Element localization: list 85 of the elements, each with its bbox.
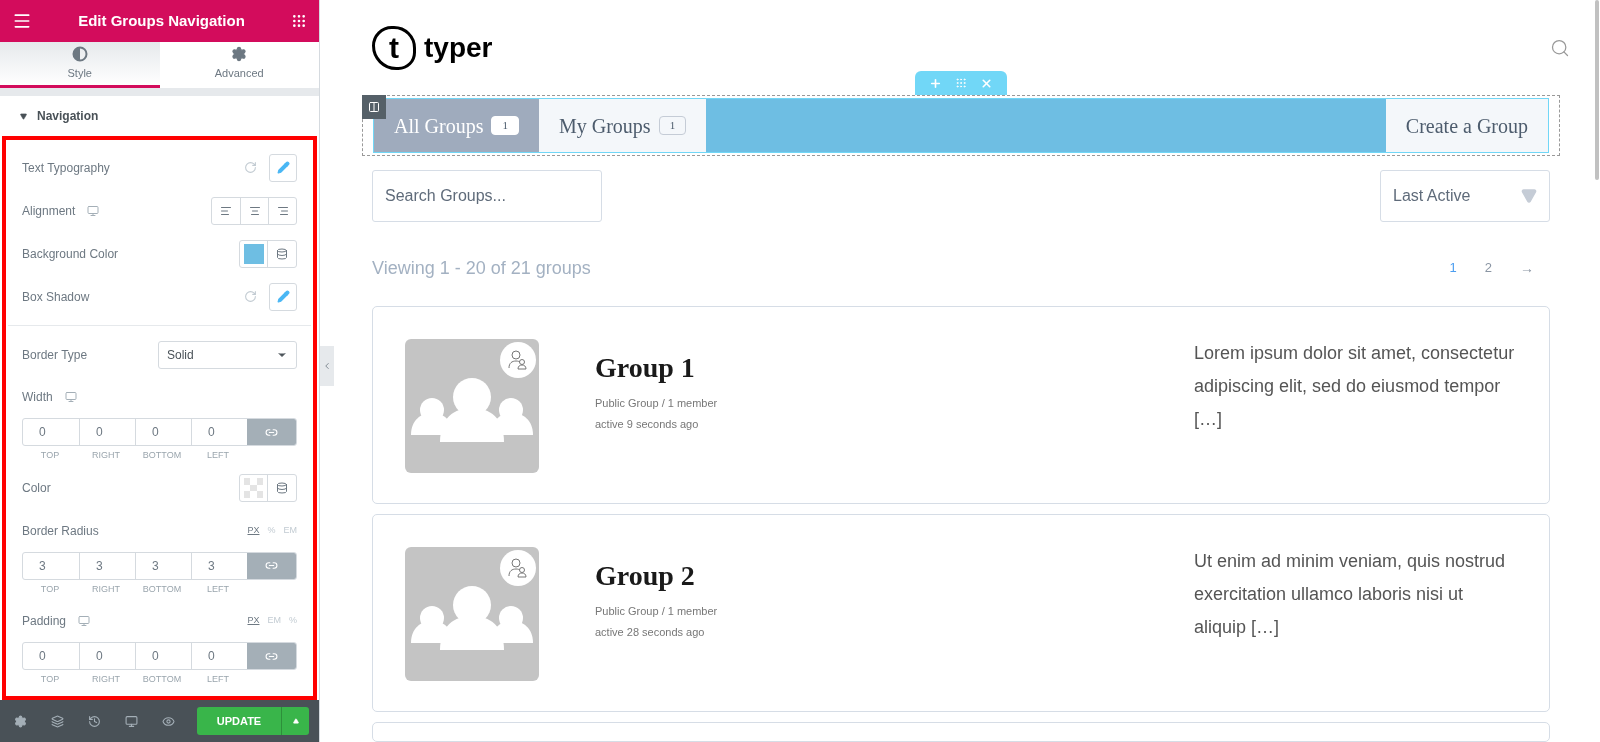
empty-color-swatch[interactable] — [243, 478, 264, 498]
page-link[interactable]: 2 — [1484, 258, 1492, 278]
group-activity: active 9 seconds ago — [595, 416, 700, 432]
align-icon — [220, 204, 232, 217]
group-description: Ut enim ad minim veniam, quis nostrud exercitation ullamco laboris nisi ut aliquip […] — [1194, 550, 1507, 639]
unit-toggle[interactable]: PX — [247, 614, 260, 628]
widgets-grid-icon[interactable] — [291, 13, 307, 29]
caret-icon — [292, 718, 299, 724]
edit-button[interactable] — [269, 282, 297, 311]
group-meta: Public Group / 1 member — [595, 604, 719, 619]
unit-toggle[interactable]: PX — [247, 523, 260, 538]
database-icon — [276, 247, 288, 260]
group-title[interactable]: Group 1 — [595, 347, 995, 389]
select-field[interactable]: Solid — [158, 340, 297, 369]
search-field[interactable]: Search Groups... — [372, 170, 602, 222]
create-group-link[interactable]: Create a Group — [1385, 99, 1548, 152]
column-handle[interactable] — [362, 95, 386, 119]
close-icon[interactable] — [979, 76, 993, 90]
side-label: RIGHT — [91, 582, 121, 596]
alignment-control[interactable] — [211, 196, 297, 225]
group-description: Lorem ipsum dolor sit amet, consectetur adipiscing elit, sed do eiusmod tempor […] — [1194, 342, 1516, 431]
control-label: Padding — [22, 613, 67, 630]
control-label: Background Color — [22, 245, 119, 263]
reset-icon[interactable] — [244, 161, 257, 174]
side-label: LEFT — [206, 673, 230, 686]
panel-title: Edit Groups Navigation — [78, 10, 245, 31]
side-label: BOTTOM — [141, 673, 183, 686]
section-handle[interactable] — [915, 71, 1007, 95]
contrast-icon — [71, 45, 88, 62]
side-label: BOTTOM — [141, 582, 183, 596]
page-link[interactable]: 1 — [1449, 258, 1457, 278]
caret-icon — [20, 112, 27, 120]
menu-icon[interactable] — [12, 11, 32, 31]
pencil-icon — [276, 161, 290, 174]
side-label: RIGHT — [91, 449, 121, 462]
side-label: BOTTOM — [141, 449, 183, 462]
layers-icon[interactable] — [51, 714, 64, 728]
side-label: TOP — [39, 673, 61, 686]
nav-tab[interactable]: My Groups 1 — [538, 99, 707, 152]
history-icon[interactable] — [88, 714, 101, 728]
update-options-button[interactable] — [281, 707, 309, 735]
search-icon[interactable] — [1550, 37, 1570, 58]
panel-tab[interactable]: Advanced — [159, 42, 319, 88]
results-count: Viewing 1 - 20 of 21 groups — [372, 256, 591, 280]
group-title[interactable]: Group 2 — [595, 555, 995, 597]
side-label: RIGHT — [91, 673, 121, 686]
database-icon — [276, 482, 288, 494]
count-badge: 1 — [491, 116, 519, 135]
monitor-icon[interactable] — [125, 714, 138, 728]
pencil-icon — [276, 290, 290, 303]
control-label: Border Type — [22, 346, 88, 364]
count-badge: 1 — [658, 116, 687, 135]
logo-mark[interactable]: t — [372, 25, 416, 70]
edit-button[interactable] — [269, 153, 297, 182]
gear-icon — [231, 45, 248, 62]
side-label: LEFT — [206, 449, 230, 462]
group-activity: active 28 seconds ago — [595, 624, 706, 640]
section-header[interactable]: Navigation — [0, 96, 319, 136]
side-label: LEFT — [206, 582, 230, 596]
drag-icon[interactable] — [955, 77, 967, 89]
add-icon[interactable] — [929, 76, 943, 90]
control-label: Color — [22, 480, 51, 497]
update-button[interactable]: UPDATE — [197, 707, 281, 735]
group-meta: Public Group / 1 member — [595, 396, 719, 411]
align-icon — [276, 204, 289, 217]
side-label: TOP — [39, 582, 61, 596]
control-label: Alignment — [22, 202, 76, 220]
control-label: Text Typography — [22, 159, 110, 177]
control-label: Border Radius — [22, 522, 99, 540]
reset-icon[interactable] — [244, 290, 257, 303]
next-page-link[interactable]: → — [1520, 257, 1534, 279]
columns-icon — [368, 101, 380, 113]
settings-icon[interactable] — [14, 714, 27, 728]
logo-text[interactable]: typer — [424, 26, 493, 69]
align-icon — [248, 204, 261, 217]
chevron-icon — [322, 361, 332, 371]
panel-tab[interactable]: Style — [0, 42, 160, 88]
control-label: Box Shadow — [22, 288, 90, 306]
sort-select[interactable]: Last Active — [1380, 170, 1550, 222]
color-swatch[interactable] — [243, 243, 264, 264]
eye-icon[interactable] — [162, 714, 175, 728]
caret-icon — [1521, 188, 1537, 204]
side-label: TOP — [39, 449, 61, 462]
control-label: Width — [22, 389, 53, 406]
nav-tab[interactable]: All Groups 1 — [374, 99, 539, 152]
